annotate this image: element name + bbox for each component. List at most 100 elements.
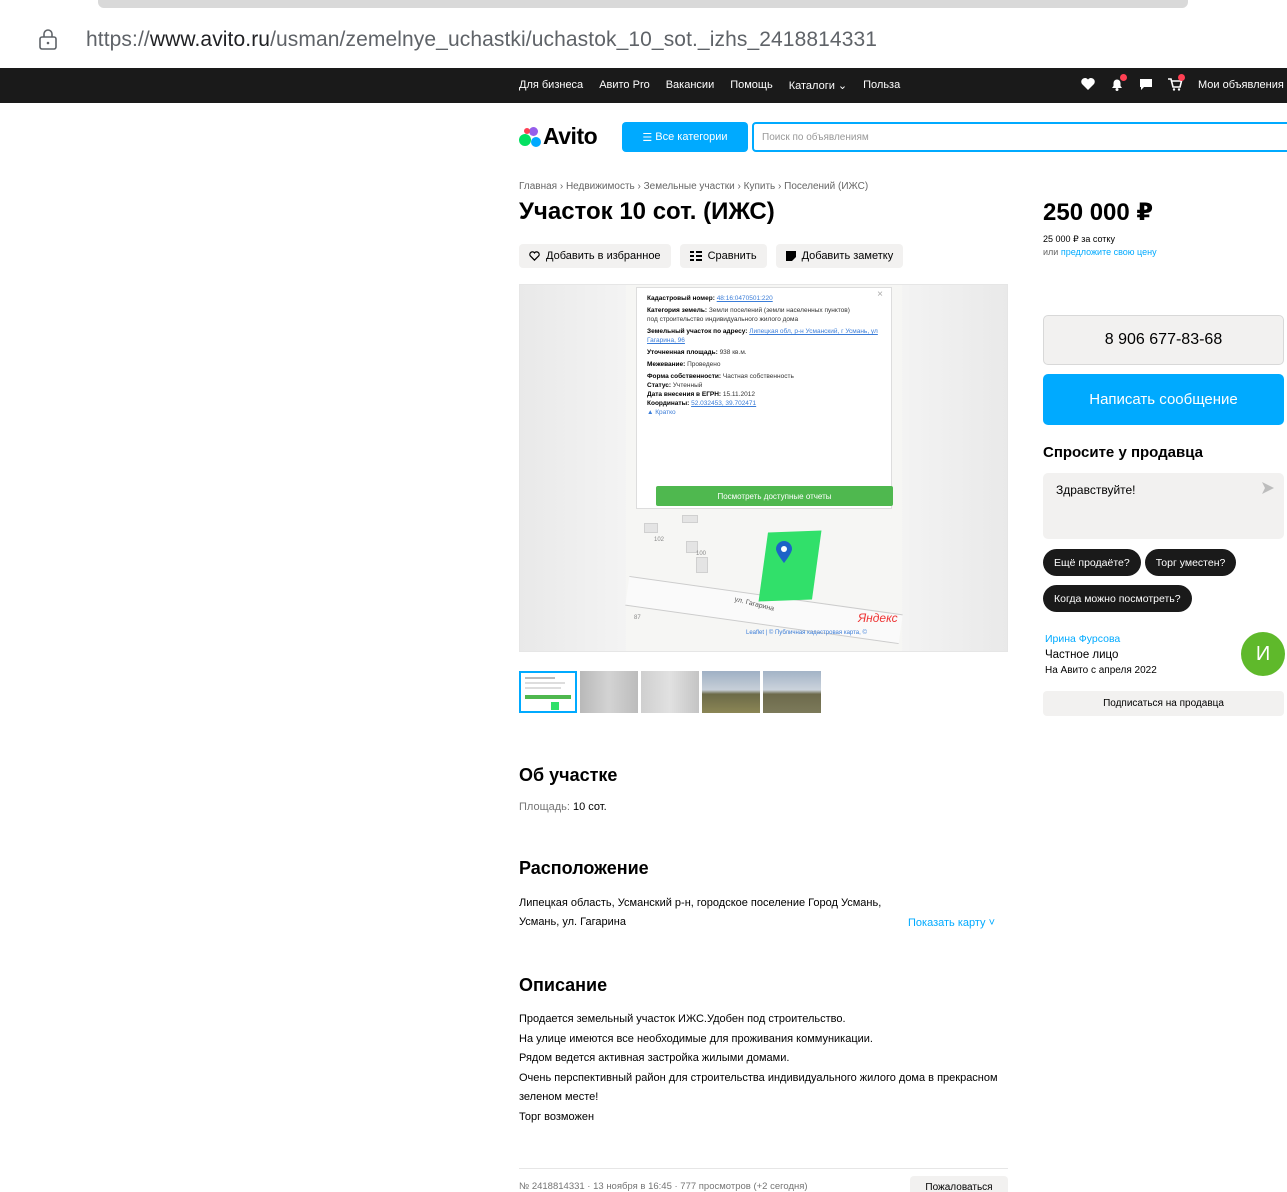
avito-logo[interactable]: Avito bbox=[519, 123, 598, 150]
top-navbar: Для бизнеса Авито Pro Вакансии Помощь Ка… bbox=[0, 68, 1287, 103]
price-per-sotka: 25 000 ₽ за сотку bbox=[1043, 234, 1115, 244]
egrn-label: Дата внесения в ЕГРН: bbox=[647, 391, 722, 398]
map-building bbox=[682, 515, 698, 523]
plot-address-label: Земельный участок по адресу: bbox=[647, 328, 748, 335]
seller-avatar[interactable]: И bbox=[1241, 632, 1285, 676]
cadastral-info-card: × Кадастровый номер: 48:16:0470501:220 К… bbox=[636, 287, 893, 509]
cart-icon[interactable] bbox=[1167, 74, 1185, 92]
location-address: Липецкая область, Усманский р-н, городск… bbox=[519, 897, 882, 928]
nav-link-business[interactable]: Для бизнеса bbox=[519, 79, 583, 92]
show-phone-button[interactable]: 8 906 677-83-68 bbox=[1043, 315, 1284, 365]
lock-icon[interactable] bbox=[38, 28, 58, 50]
browser-address-bar: https://www.avito.ru/usman/zemelnye_ucha… bbox=[0, 0, 1287, 68]
add-favorite-button[interactable]: Добавить в избранное bbox=[519, 244, 671, 268]
description-line: Продается земельный участок ИЖС.Удобен п… bbox=[519, 1013, 846, 1025]
cadastral-map-image: 102 100 87 ул. Гагарина Яндекс Leaflet |… bbox=[625, 285, 903, 651]
view-reports-button[interactable]: Посмотреть доступные отчеты bbox=[656, 486, 893, 506]
category-value: Земли поселений (земли населенных пункто… bbox=[708, 307, 850, 314]
url-field[interactable]: https://www.avito.ru/usman/zemelnye_ucha… bbox=[86, 28, 877, 52]
description-line: Торг возможен bbox=[519, 1110, 595, 1123]
add-note-label: Добавить заметку bbox=[801, 250, 894, 262]
search-input[interactable]: Поиск по объявлениям bbox=[752, 122, 1287, 152]
area-label: Уточненная площадь: bbox=[647, 349, 718, 356]
map-building bbox=[644, 523, 658, 533]
ownership-value: Частная собственность bbox=[722, 373, 794, 380]
nav-link-catalogs[interactable]: Каталоги ⌄ bbox=[789, 79, 847, 92]
note-icon bbox=[785, 251, 796, 261]
area-value: 938 кв.м. bbox=[719, 349, 747, 356]
nav-link-avito-pro[interactable]: Авито Pro bbox=[599, 79, 650, 92]
map-pin-icon bbox=[776, 541, 792, 563]
logo-text: Avito bbox=[543, 123, 598, 149]
offer-price-link[interactable]: предложите свою цену bbox=[1061, 247, 1157, 257]
map-building bbox=[696, 557, 708, 573]
heart-icon[interactable] bbox=[1080, 76, 1096, 92]
cadastral-value: 48:16:0470501:220 bbox=[716, 295, 773, 302]
nav-link-help[interactable]: Помощь bbox=[730, 79, 773, 92]
description-line: Рядом ведется активная застройка жилыми … bbox=[519, 1052, 790, 1064]
nav-link-benefit[interactable]: Польза bbox=[863, 79, 900, 92]
quick-questions: Ещё продаёте? Торг уместен? Когда можно по… bbox=[1043, 549, 1287, 621]
map-attribution: Leaflet | © Публичная кадастровая карта,… bbox=[746, 630, 867, 636]
close-icon[interactable]: × bbox=[877, 290, 883, 300]
yandex-logo: Яндекс bbox=[858, 611, 898, 625]
thumbnail-map[interactable] bbox=[519, 671, 577, 713]
listing-actions: Добавить в избранное Сравнить Добавить з… bbox=[519, 244, 904, 268]
coords-label: Координаты: bbox=[647, 400, 690, 407]
nav-link-vacancies[interactable]: Вакансии bbox=[666, 79, 715, 92]
my-ads-link[interactable]: Мои объявления bbox=[1198, 79, 1284, 91]
messages-icon[interactable] bbox=[1138, 76, 1154, 92]
compare-label: Сравнить bbox=[707, 250, 757, 262]
thumbnail-photo-5[interactable] bbox=[763, 671, 821, 713]
cadastral-label: Кадастровый номер: bbox=[647, 295, 715, 302]
ask-seller-input[interactable]: Здравствуйте! bbox=[1043, 473, 1284, 539]
quick-question-bargain[interactable]: Торг уместен? bbox=[1144, 549, 1237, 576]
house-number: 102 bbox=[654, 537, 665, 543]
photo-gallery[interactable]: 102 100 87 ул. Гагарина Яндекс Leaflet |… bbox=[519, 284, 1008, 652]
breadcrumb[interactable]: Главная › Недвижимость › Земельные участ… bbox=[519, 181, 868, 192]
notification-badge bbox=[1120, 74, 1127, 81]
complain-button[interactable]: Пожаловаться bbox=[910, 1176, 1008, 1192]
house-number: 100 bbox=[696, 551, 707, 557]
about-area-label: Площадь: bbox=[519, 801, 570, 813]
brief-toggle[interactable]: ▲ Кратко bbox=[647, 408, 881, 417]
notifications-icon[interactable] bbox=[1109, 74, 1127, 92]
status-value: Учтенный bbox=[672, 382, 703, 389]
menu-icon: ☰ bbox=[642, 131, 653, 144]
gallery-thumbnails bbox=[519, 671, 821, 713]
send-icon[interactable] bbox=[1262, 482, 1274, 494]
status-label: Статус: bbox=[647, 382, 672, 389]
add-favorite-label: Добавить в избранное bbox=[546, 250, 661, 262]
seller-type: Частное лицо bbox=[1045, 649, 1119, 661]
compare-button[interactable]: Сравнить bbox=[679, 244, 767, 268]
compare-icon bbox=[689, 251, 702, 261]
offer-prefix: или bbox=[1043, 247, 1059, 257]
ask-seller-text: Здравствуйте! bbox=[1056, 483, 1136, 497]
thumbnail-photo-4[interactable] bbox=[702, 671, 760, 713]
quick-question-viewing[interactable]: Когда можно посмотреть? bbox=[1043, 585, 1192, 612]
category-label: Категория земель: bbox=[647, 307, 708, 314]
offer-price-line: или предложите свою цену bbox=[1043, 247, 1157, 257]
cart-badge bbox=[1178, 74, 1185, 81]
all-categories-label: Все категории bbox=[655, 131, 728, 143]
quick-question-still-selling[interactable]: Ещё продаёте? bbox=[1043, 549, 1141, 576]
all-categories-button[interactable]: ☰ Все категории bbox=[622, 122, 748, 152]
page-title: Участок 10 сот. (ИЖС) bbox=[519, 198, 775, 225]
thumbnail-photo-3[interactable] bbox=[641, 671, 699, 713]
thumbnail-photo-2[interactable] bbox=[580, 671, 638, 713]
description-text: Продается земельный участок ИЖС.Удобен п… bbox=[519, 1010, 1019, 1127]
url-path: /usman/zemelnye_uchastki/uchastok_10_sot… bbox=[270, 28, 878, 51]
location-section-title: Расположение bbox=[519, 858, 649, 878]
ask-seller-title: Спросите у продавца bbox=[1043, 444, 1203, 461]
survey-value: Проведено bbox=[687, 361, 721, 368]
house-number: 87 bbox=[634, 615, 641, 621]
add-note-button[interactable]: Добавить заметку bbox=[775, 244, 904, 268]
price: 250 000 ₽ bbox=[1043, 199, 1154, 226]
egrn-value: 15.11.2012 bbox=[722, 391, 755, 398]
write-message-button[interactable]: Написать сообщение bbox=[1043, 374, 1284, 425]
subscribe-seller-button[interactable]: Подписаться на продавца bbox=[1043, 691, 1284, 716]
show-map-link[interactable]: Показать карту ˅ bbox=[908, 917, 995, 929]
heart-outline-icon bbox=[529, 251, 540, 261]
seller-name-link[interactable]: Ирина Фурсова bbox=[1045, 633, 1120, 645]
search-placeholder: Поиск по объявлениям bbox=[762, 132, 869, 143]
